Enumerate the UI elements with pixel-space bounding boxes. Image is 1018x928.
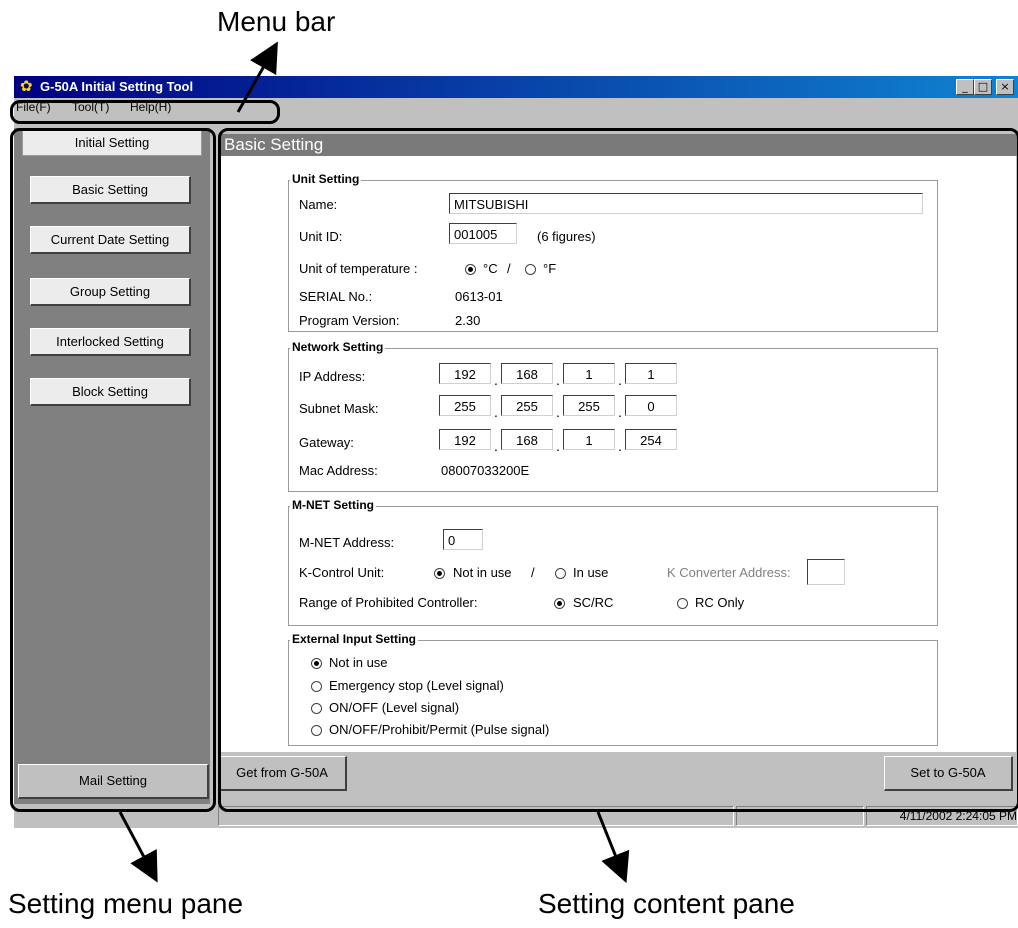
menu-bar-highlight <box>10 100 280 124</box>
maximize-icon[interactable]: □ <box>974 79 992 95</box>
app-logo-icon: ✿ <box>20 78 33 95</box>
setting-content-pane-highlight <box>218 128 1018 812</box>
minimize-icon[interactable]: _ <box>956 79 974 95</box>
setting-menu-pane-callout: Setting menu pane <box>8 888 244 919</box>
setting-menu-pane-highlight <box>10 128 216 812</box>
close-icon[interactable]: × <box>996 79 1014 95</box>
window-title: G-50A Initial Setting Tool <box>40 79 194 94</box>
setting-content-pane-callout: Setting content pane <box>538 888 795 919</box>
title-bar[interactable]: ✿ G-50A Initial Setting Tool _ □ × <box>14 76 1018 98</box>
menu-bar-callout: Menu bar <box>217 6 336 37</box>
